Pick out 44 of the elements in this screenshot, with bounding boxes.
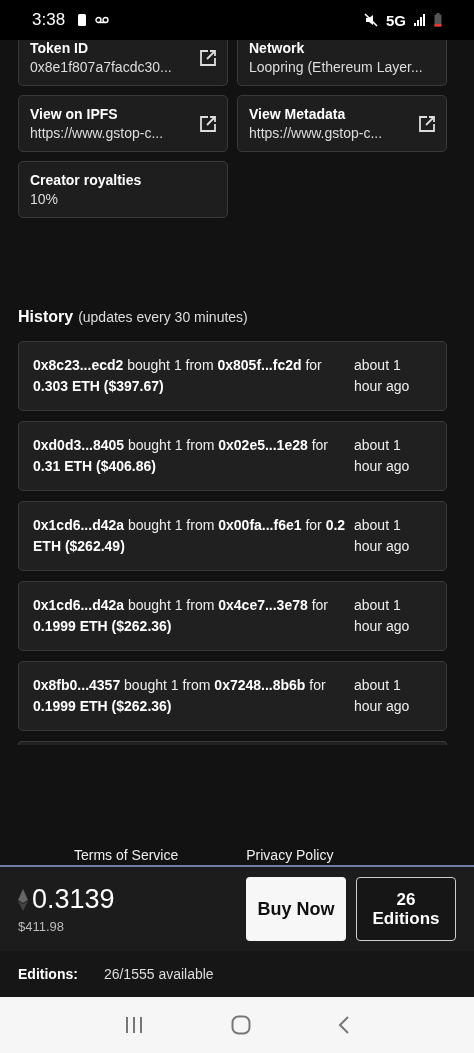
external-link-icon[interactable]	[199, 48, 217, 67]
detail-value: 10%	[30, 191, 60, 207]
history-entry: 0x8c23...ecd2 bought 1 from 0x805f...fc2d for 0.303 ETH ($397.67)	[33, 356, 323, 396]
clock: 3:38	[32, 10, 66, 30]
price-usd: $411.98	[18, 919, 66, 934]
history-entry: 0x1cd6...d42a bought 1 from 0x4ce7...3e78 for 0.1999 ETH ($262.36)	[33, 596, 329, 636]
detail-value: https://www.gstop-c...	[30, 125, 165, 141]
history-note: (updates every 30 minutes)	[78, 309, 248, 325]
detail-value: https://www.gstop-c...	[249, 125, 384, 141]
footer-link[interactable]: Terms of Service	[74, 847, 179, 863]
detail-label: View on IPFS	[30, 106, 119, 122]
voicemail-icon	[95, 16, 110, 24]
history-entry: 0x1cd6...d42a bought 1 from 0x00fa...f6e1 for 0.2 ETH ($262.49)	[33, 516, 346, 556]
battery-alert-icon	[77, 13, 88, 27]
external-link-icon[interactable]	[418, 114, 436, 133]
recent-apps-icon[interactable]	[123, 1016, 144, 1034]
history-entry: 0x8fb0...4357 bought 1 from 0x7248...8b6b for 0.1999 ETH ($262.36)	[33, 676, 327, 716]
history-time: about 1 hour ago	[354, 516, 411, 556]
history-time: about 1 hour ago	[354, 596, 411, 636]
back-icon[interactable]	[338, 1015, 351, 1035]
editions-button[interactable]: 26 Editions	[356, 877, 456, 941]
history-time: about 1 hour ago	[354, 436, 411, 476]
ethereum-icon	[18, 888, 28, 911]
detail-label: Network	[249, 40, 306, 56]
detail-value: 0x8e1f807a7facdc30...	[30, 59, 173, 75]
detail-label: Creator royalties	[30, 172, 143, 188]
mute-icon	[364, 13, 378, 27]
footer-link[interactable]: Privacy Policy	[246, 847, 334, 863]
battery-icon	[434, 13, 442, 27]
detail-label: View Metadata	[249, 106, 347, 122]
history-entry: 0xd0d3...8405 bought 1 from 0x02e5...1e28 for 0.31 ETH ($406.86)	[33, 436, 329, 476]
buy-now-button[interactable]: Buy Now	[246, 877, 346, 941]
detail-label: Token ID	[30, 40, 90, 56]
editions-value: 26/1555 available	[103, 966, 214, 982]
network-label: 5G	[386, 11, 406, 29]
history-time: about 1 hour ago	[354, 356, 411, 396]
signal-icon	[414, 14, 426, 26]
detail-value: Loopring (Ethereum Layer...	[249, 59, 424, 75]
external-link-icon[interactable]	[199, 114, 217, 133]
price-value: 0.3139	[32, 884, 115, 915]
history-time: about 1 hour ago	[354, 676, 411, 716]
home-icon[interactable]	[231, 1015, 251, 1035]
history-title: History	[18, 308, 74, 326]
editions-label: Editions:	[18, 966, 78, 982]
